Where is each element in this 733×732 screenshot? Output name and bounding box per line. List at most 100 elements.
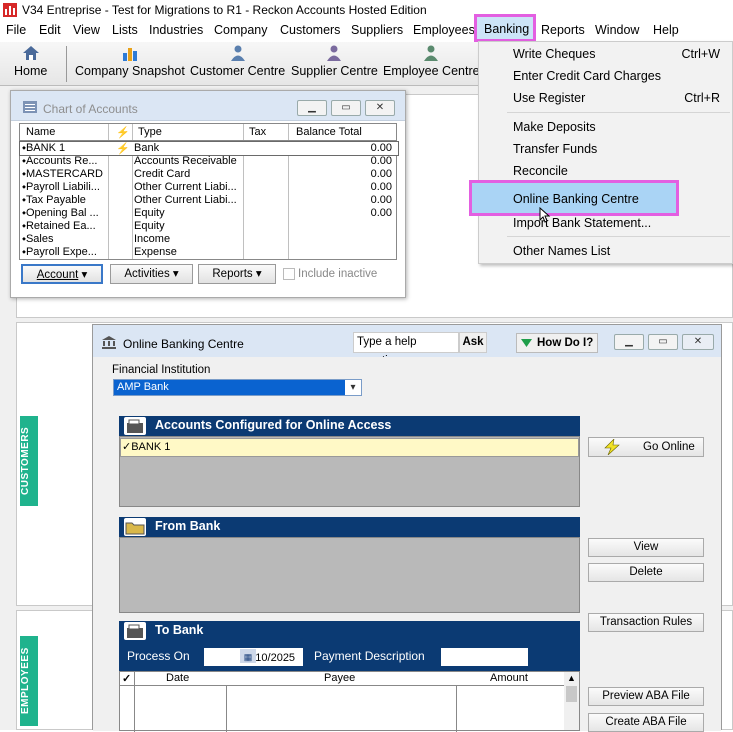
account-row[interactable]: ⬩Accounts Re... Accounts Receivable 0.00 <box>20 155 398 168</box>
preview-aba-file-button[interactable]: Preview ABA File <box>588 687 704 706</box>
menu-item-transfer-funds[interactable]: Transfer Funds <box>513 142 597 156</box>
col-tax[interactable]: Tax <box>249 126 266 138</box>
activities-button[interactable]: Activities ▾ <box>110 264 193 284</box>
menu-company[interactable]: Company <box>214 23 268 37</box>
col-check[interactable]: ✓ <box>122 672 131 685</box>
close-button[interactable]: ✕ <box>682 334 714 350</box>
account-cell-name: ⬩Payroll Expe... <box>22 246 97 258</box>
account-row[interactable]: ⬩MASTERCARD Credit Card 0.00 <box>20 168 398 181</box>
menu-item-enter-cc-charges[interactable]: Enter Credit Card Charges <box>513 69 661 83</box>
account-row[interactable]: ⬩Sales Income <box>20 233 398 246</box>
menu-suppliers[interactable]: Suppliers <box>351 23 403 37</box>
col-online-icon[interactable]: ⚡ <box>116 126 130 139</box>
window-title: V34 Entreprise - Test for Migrations to … <box>22 3 427 17</box>
customer-centre-button[interactable]: Customer Centre <box>190 44 285 78</box>
delete-button[interactable]: Delete <box>588 563 704 582</box>
view-button[interactable]: View <box>588 538 704 557</box>
supplier-centre-button[interactable]: Supplier Centre <box>291 44 378 78</box>
col-type[interactable]: Type <box>138 126 162 138</box>
title-bar: V34 Entreprise - Test for Migrations to … <box>0 0 733 20</box>
account-cell-type: Income <box>134 233 171 245</box>
transaction-rules-button[interactable]: Transaction Rules <box>588 613 704 632</box>
account-row[interactable]: ⬩BANK 1 ⚡ Bank 0.00 <box>19 141 399 156</box>
online-banking-centre-label: Online Banking Centre <box>513 192 639 206</box>
menu-file[interactable]: File <box>6 23 26 37</box>
account-cell-balance: 0.00 <box>370 168 392 180</box>
accounts-grid: Name ⚡ Type Tax Balance Total ⬩BANK 1 ⚡ Ba… <box>19 123 399 260</box>
employees-tab[interactable]: EMPLOYEES <box>20 636 38 726</box>
account-cell-name: ⬩Payroll Liabili... <box>22 181 100 193</box>
calendar-icon[interactable]: ▦ <box>240 649 256 663</box>
reports-button[interactable]: Reports ▾ <box>198 264 276 284</box>
menu-reports[interactable]: Reports <box>541 23 585 37</box>
col-date[interactable]: Date <box>166 672 189 684</box>
account-cell-online: ⚡ <box>116 143 130 155</box>
menu-help[interactable]: Help <box>653 23 679 37</box>
scrollbar-thumb[interactable] <box>566 686 577 702</box>
account-row[interactable]: ⬩Payroll Liabili... Other Current Liabi..… <box>20 181 398 194</box>
include-inactive-checkbox[interactable] <box>283 268 295 280</box>
go-online-button[interactable]: Go Online <box>588 437 704 457</box>
col-name[interactable]: Name <box>26 126 55 138</box>
menu-item-reconcile[interactable]: Reconcile <box>513 164 568 178</box>
menu-item-online-banking-centre[interactable]: Online Banking Centre <box>469 180 679 216</box>
financial-institution-select[interactable]: AMP Bank ▾ <box>113 379 362 396</box>
employee-centre-button[interactable]: Employee Centre <box>383 44 480 78</box>
create-aba-file-button[interactable]: Create ABA File <box>588 713 704 732</box>
chart-of-accounts-titlebar[interactable]: Chart of Accounts ▁ ▭ ✕ <box>11 91 405 121</box>
accounts-configured-title: Accounts Configured for Online Access <box>155 418 392 432</box>
online-banking-titlebar[interactable]: Online Banking Centre Type a help questi… <box>93 325 721 367</box>
company-snapshot-button[interactable]: Company Snapshot <box>75 44 185 78</box>
account-button[interactable]: Account ▾ <box>21 264 103 284</box>
menu-view[interactable]: View <box>73 23 100 37</box>
account-row[interactable]: ⬩Tax Payable Other Current Liabi... 0.00 <box>20 194 398 207</box>
account-cell-name: ⬩BANK 1 <box>22 142 66 154</box>
minimize-button[interactable]: ▁ <box>297 100 327 116</box>
chevron-down-icon: ▾ <box>345 380 361 395</box>
configured-account-row[interactable]: ✓BANK 1 <box>120 438 579 457</box>
menu-employees[interactable]: Employees <box>413 23 475 37</box>
col-payee[interactable]: Payee <box>324 672 355 684</box>
menu-item-make-deposits[interactable]: Make Deposits <box>513 120 596 134</box>
menu-edit[interactable]: Edit <box>39 23 61 37</box>
scroll-up-icon[interactable]: ▲ <box>567 673 576 683</box>
home-button[interactable]: Home <box>14 44 47 78</box>
menu-item-other-names-list[interactable]: Other Names List <box>513 244 610 258</box>
ask-button[interactable]: Ask <box>459 332 487 353</box>
bank-window-icon <box>102 336 116 349</box>
close-button[interactable]: ✕ <box>365 100 395 116</box>
menu-banking[interactable]: Banking <box>474 14 536 42</box>
account-cell-type: Credit Card <box>134 168 191 180</box>
help-question-input[interactable]: Type a help question <box>353 332 459 367</box>
account-row[interactable]: ⬩Retained Ea... Equity <box>20 220 398 233</box>
menu-industries[interactable]: Industries <box>149 23 203 37</box>
restore-button[interactable]: ▭ <box>648 334 678 350</box>
minimize-button[interactable]: ▁ <box>614 334 644 350</box>
how-do-i-button[interactable]: How Do I? <box>516 333 598 353</box>
customer-centre-label: Customer Centre <box>190 64 286 78</box>
suppliers-icon <box>327 45 342 61</box>
account-row[interactable]: ⬩Opening Bal ... Equity 0.00 <box>20 207 398 220</box>
menu-lists[interactable]: Lists <box>112 23 138 37</box>
table-scrollbar[interactable]: ▲ <box>564 672 579 730</box>
menu-window[interactable]: Window <box>595 23 639 37</box>
menu-item-write-cheques[interactable]: Write Cheques <box>513 47 595 61</box>
account-row[interactable]: ⬩Payroll Expe... Expense <box>20 246 398 259</box>
restore-button[interactable]: ▭ <box>331 100 361 116</box>
menu-item-import-bank-statement[interactable]: Import Bank Statement... <box>513 216 651 230</box>
col-amount[interactable]: Amount <box>490 672 528 684</box>
customers-tab[interactable]: CUSTOMERS <box>20 416 38 506</box>
employee-centre-label: Employee Centre <box>383 64 480 78</box>
chart-of-accounts-window: Chart of Accounts ▁ ▭ ✕ Name ⚡ Type Tax … <box>10 90 406 298</box>
menu-customers[interactable]: Customers <box>280 23 340 37</box>
account-cell-type: Accounts Receivable <box>134 155 237 167</box>
menu-item-use-register[interactable]: Use Register <box>513 91 585 105</box>
payment-description-input[interactable] <box>441 648 528 666</box>
col-balance-total[interactable]: Balance Total <box>296 126 362 138</box>
banking-dropdown-menu: Write Cheques Ctrl+W Enter Credit Card C… <box>469 41 733 264</box>
account-cell-balance: 0.00 <box>370 142 392 154</box>
triangle-down-icon <box>521 339 532 347</box>
from-bank-list <box>119 537 580 613</box>
process-on-date-input[interactable]: 17/10/2025 ▦ <box>204 648 303 666</box>
menu-bar: File Edit View Lists Industries Company … <box>0 20 733 41</box>
